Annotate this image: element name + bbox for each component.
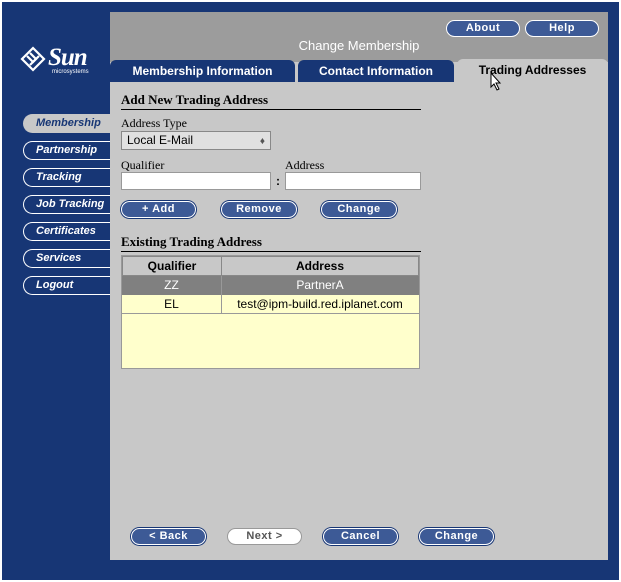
qualifier-input[interactable] — [121, 172, 271, 190]
sidebar-item-membership[interactable]: Membership — [23, 114, 113, 133]
column-header-qualifier: Qualifier — [122, 256, 222, 276]
change-address-button[interactable]: Change — [321, 201, 397, 218]
cell-address: test@ipm-build.red.iplanet.com — [221, 295, 419, 314]
address-label: Address — [285, 158, 325, 172]
remove-button[interactable]: Remove — [221, 201, 297, 218]
brand-name: Sun — [48, 44, 88, 71]
tab-membership-information[interactable]: Membership Information — [110, 60, 295, 82]
address-input[interactable] — [285, 172, 421, 190]
change-button[interactable]: Change — [419, 528, 494, 545]
tab-trading-addresses[interactable]: Trading Addresses — [457, 59, 608, 83]
existing-section-title: Existing Trading Address — [121, 234, 421, 252]
help-button[interactable]: Help — [525, 20, 599, 37]
cell-qualifier: ZZ — [122, 276, 222, 295]
tab-contact-information[interactable]: Contact Information — [298, 60, 454, 82]
page-title: Change Membership — [298, 38, 420, 53]
field-separator: : — [276, 174, 280, 188]
address-type-select[interactable]: Local E-Mail ♦ — [121, 131, 271, 150]
sidebar-item-partnership[interactable]: Partnership — [23, 141, 111, 160]
address-type-value: Local E-Mail — [127, 133, 194, 147]
about-button[interactable]: About — [446, 20, 520, 37]
qualifier-label: Qualifier — [121, 158, 165, 172]
cell-address: PartnerA — [296, 278, 344, 292]
page-header: About Help Change Membership — [110, 12, 608, 62]
main-panel: About Help Change Membership Membership … — [110, 12, 608, 560]
sidebar-item-job-tracking[interactable]: Job Tracking — [23, 195, 111, 214]
add-section-title: Add New Trading Address — [121, 92, 421, 110]
sun-diamond-icon — [20, 46, 46, 72]
table-row[interactable]: EL test@ipm-build.red.iplanet.com — [122, 295, 419, 314]
column-header-address: Address — [221, 256, 419, 276]
sidebar-item-logout[interactable]: Logout — [23, 276, 111, 295]
trading-address-table: Qualifier Address ZZ PartnerA EL test@ip… — [121, 255, 420, 369]
add-button[interactable]: + Add — [121, 201, 196, 218]
table-row[interactable]: ZZ PartnerA — [122, 276, 419, 295]
next-button[interactable]: Next > — [227, 528, 302, 545]
sidebar-item-certificates[interactable]: Certificates — [23, 222, 111, 241]
select-arrow-icon: ♦ — [259, 136, 265, 147]
mouse-cursor-icon — [490, 72, 502, 91]
cancel-button[interactable]: Cancel — [323, 528, 398, 545]
sidebar-item-tracking[interactable]: Tracking — [23, 168, 111, 187]
brand-sub: microsystems — [52, 69, 89, 75]
sidebar-item-services[interactable]: Services — [23, 249, 111, 268]
back-button[interactable]: < Back — [131, 528, 206, 545]
sun-logo: Sun microsystems — [20, 44, 98, 80]
cell-qualifier: EL — [122, 295, 222, 314]
address-type-label: Address Type — [121, 116, 187, 130]
